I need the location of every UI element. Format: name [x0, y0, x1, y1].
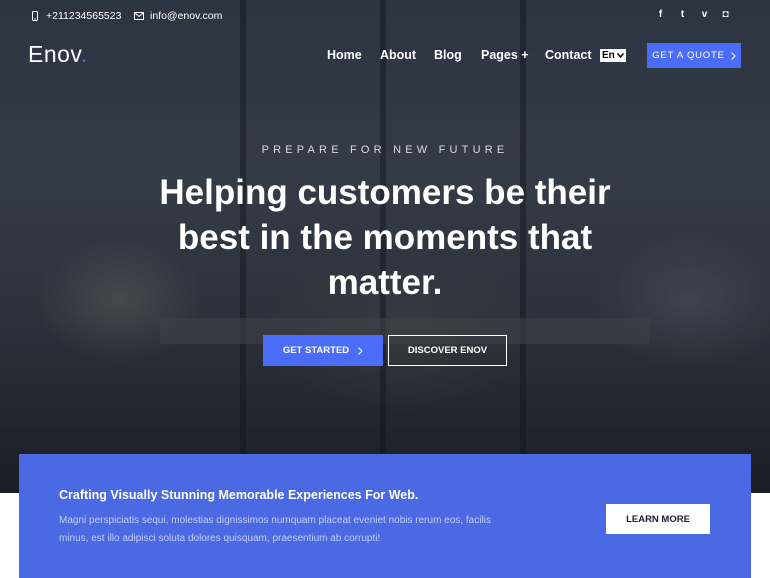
phone-number: +211234565523 [46, 10, 122, 22]
nav-blog[interactable]: Blog [434, 48, 462, 62]
email-contact[interactable]: info@enov.com [134, 10, 222, 22]
instagram-icon[interactable]: ◘ [720, 9, 731, 20]
facebook-icon[interactable]: f [655, 9, 666, 20]
hero-eyebrow: PREPARE FOR NEW FUTURE [261, 144, 509, 156]
get-started-button[interactable]: GET STARTED [263, 335, 383, 366]
envelope-icon [134, 12, 144, 20]
twitter-icon[interactable]: t [677, 9, 688, 20]
top-bar: +211234565523 info@enov.com f t v ◘ [0, 0, 770, 32]
site-logo[interactable]: Enov. [28, 41, 88, 68]
get-quote-button[interactable]: GET A QUOTE [647, 43, 741, 68]
discover-enov-button[interactable]: DISCOVER ENOV [388, 335, 507, 366]
phone-contact[interactable]: +211234565523 [30, 10, 121, 22]
chevron-right-icon [730, 51, 736, 60]
cta-title: Crafting Visually Stunning Memorable Exp… [59, 488, 419, 502]
nav-about[interactable]: About [380, 48, 416, 62]
discover-enov-label: DISCOVER ENOV [407, 345, 488, 356]
phone-icon [32, 11, 38, 21]
email-address: info@enov.com [150, 10, 223, 22]
logo-text: Enov [28, 41, 81, 67]
cta-banner: Crafting Visually Stunning Memorable Exp… [19, 454, 751, 578]
vimeo-icon[interactable]: v [699, 9, 710, 20]
nav-pages[interactable]: Pages + [481, 48, 529, 62]
nav-home[interactable]: Home [327, 48, 362, 62]
chevron-right-icon [358, 346, 363, 355]
language-select[interactable]: En [600, 49, 626, 62]
hero-headline: Helping customers be their best in the m… [159, 173, 611, 302]
chevron-down-icon [617, 53, 624, 58]
get-started-label: GET STARTED [282, 345, 350, 356]
get-quote-label: GET A QUOTE [652, 50, 725, 61]
nav-contact[interactable]: Contact [545, 48, 592, 62]
logo-dot: . [80, 41, 88, 67]
cta-text: Magni perspiciatis sequi, molestias dign… [59, 515, 491, 544]
language-value: En [602, 50, 615, 61]
learn-more-button[interactable]: LEARN MORE [606, 504, 710, 534]
